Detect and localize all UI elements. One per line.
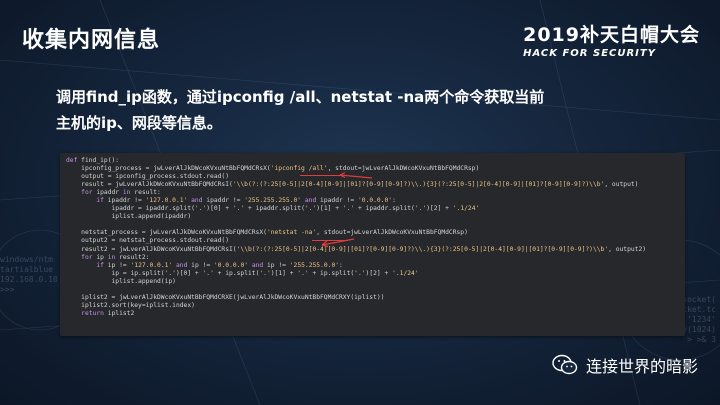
code-line: output = ipconfig_process.stdout.read() — [66, 173, 230, 181]
code-line: for ip in result2: — [81, 253, 150, 261]
ipconfig-arrow-icon — [339, 171, 373, 179]
code-line: iplist.append(ipaddr) — [66, 213, 192, 221]
code-line: iplist2.sort(key=iplist.index) — [66, 301, 195, 309]
code-line: result2 = jwLverAlJkDWcoKVxuNtBbFQMdCRsI… — [66, 245, 647, 253]
code-line: return iplist2 — [81, 309, 135, 317]
netstat-arrow-icon — [321, 238, 355, 248]
code-line: iplist2 = jwLverAlJkDWcoKVxuNtBbFQMdCRXE… — [66, 293, 385, 301]
logo-subtitle: HACK FOR SECURITY — [523, 48, 656, 59]
ipconfig-highlight-underline — [300, 175, 340, 176]
watermark-text: 连接世界的暗影 — [585, 357, 698, 376]
code-line: if ipaddr != '127.0.0.1' and ipaddr != '… — [96, 197, 396, 205]
code-line: output2 = netstat_process.stdout.read() — [66, 237, 230, 245]
page-title: 收集内网信息 — [22, 28, 161, 53]
wechat-watermark: 连接世界的暗影 — [552, 353, 698, 377]
code-line: ipconfig_process = jwLverAlJkDWcoKVxuNtB… — [66, 165, 480, 173]
code-line: def find_ip(): — [66, 157, 120, 164]
code-line: ip = ip.split('.')[0] + '.' + ip.split('… — [66, 269, 419, 277]
conference-logo: 2019补天白帽大会 HACK FOR SECURITY — [523, 20, 700, 59]
code-line: iplist.append(ip) — [66, 277, 176, 285]
code-line: result = jwLverAlJkDWcoKVxuNtBbFQMdCRsI(… — [66, 181, 639, 189]
code-line: for ipaddr in result: — [81, 189, 161, 197]
code-line: netstat_process = jwLverAlJkDWcoKVxuNtBb… — [66, 229, 468, 237]
description-line-1: 调用find_ip函数，通过ipconfig /all、netstat -na两… — [56, 88, 545, 106]
code-block: def find_ip(): ipconfig_process = jwLver… — [60, 153, 685, 336]
logo-year-text: 2019补天白帽大会 — [523, 24, 700, 46]
slide-description: 调用find_ip函数，通过ipconfig /all、netstat -na两… — [56, 84, 616, 136]
code-line: if ip != '127.0.0.1' and ip != '0.0.0.0'… — [96, 261, 343, 269]
description-line-2: 主机的ip、网段等信息。 — [56, 114, 222, 132]
code-line: ipaddr = ipaddr.split('.')[0] + '.' + ip… — [66, 205, 480, 213]
wechat-icon — [552, 354, 578, 375]
